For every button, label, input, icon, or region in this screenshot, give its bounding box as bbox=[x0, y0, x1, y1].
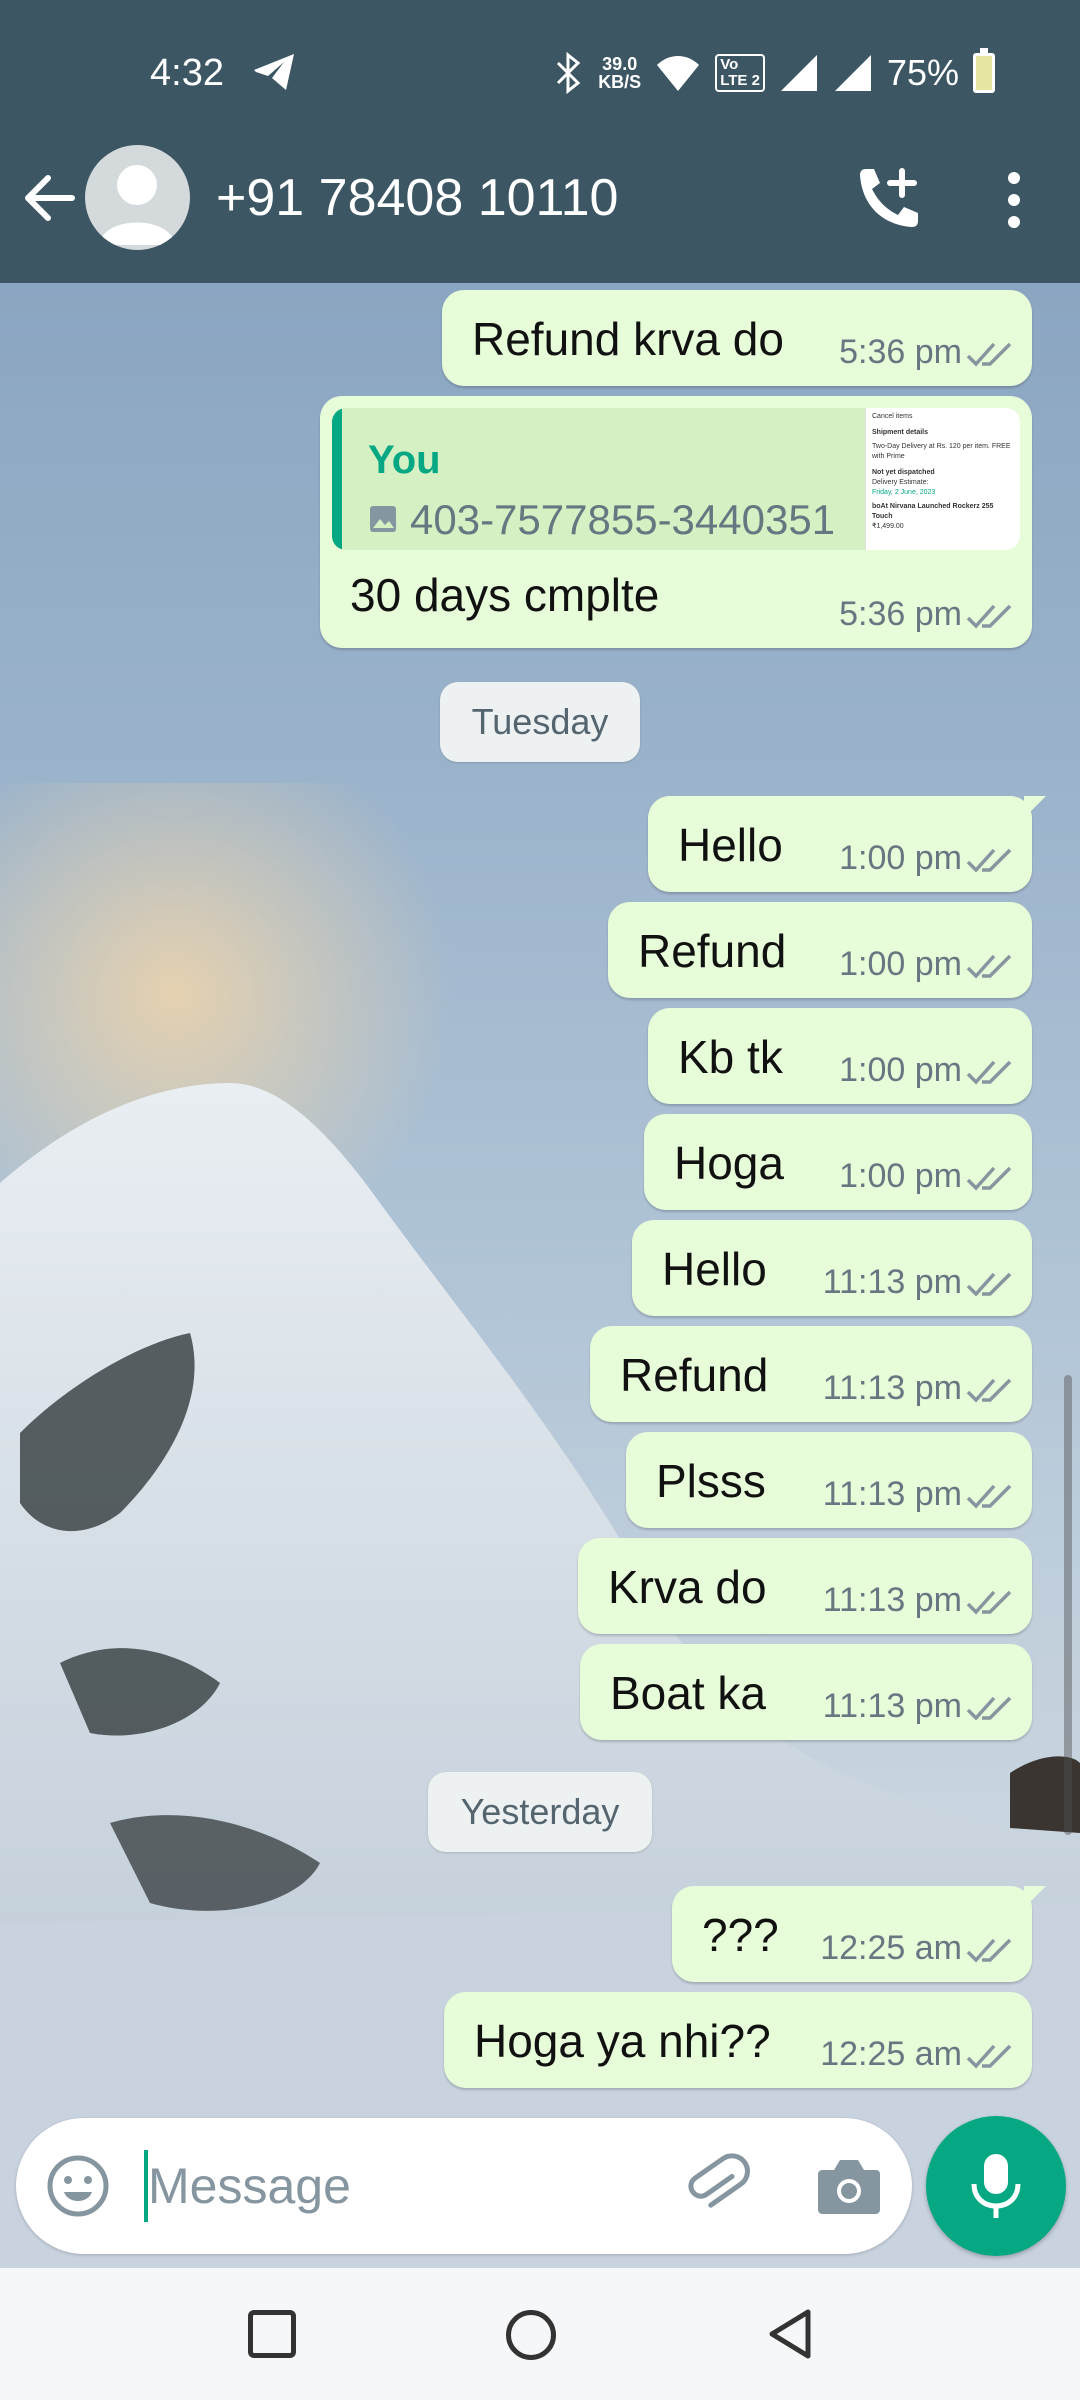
message-time: 1:00 pm bbox=[839, 1157, 962, 1195]
message-time: 1:00 pm bbox=[839, 945, 962, 983]
message-time: 11:13 pm bbox=[822, 1581, 962, 1619]
message-bubble[interactable]: ??? 12:25 am bbox=[672, 1886, 1046, 1982]
quoted-message[interactable]: You 403-7577855-3440351 Cancel items Shi… bbox=[332, 408, 1020, 550]
message-text: Kb tk bbox=[678, 1031, 783, 1083]
message-text: Hello bbox=[678, 819, 783, 871]
signal-2-icon bbox=[834, 55, 871, 91]
message-time: 11:13 pm bbox=[822, 1263, 962, 1301]
read-ticks-icon bbox=[966, 1696, 1012, 1721]
quote-text: 403-7577855-3440351 bbox=[410, 496, 836, 543]
message-time: 12:25 am bbox=[820, 2035, 962, 2073]
chat-scrollbar[interactable] bbox=[1064, 1375, 1072, 1835]
reply-message-bubble[interactable]: You 403-7577855-3440351 Cancel items Shi… bbox=[320, 396, 1032, 648]
read-ticks-icon bbox=[966, 1484, 1012, 1509]
attach-icon[interactable] bbox=[682, 2152, 752, 2222]
bluetooth-icon bbox=[557, 51, 581, 95]
read-ticks-icon bbox=[966, 1938, 1012, 1963]
message-text: Hoga ya nhi?? bbox=[474, 2015, 771, 2067]
status-time: 4:32 bbox=[150, 52, 224, 94]
message-bubble[interactable]: Refund 1:00 pm bbox=[608, 902, 1032, 998]
battery-icon bbox=[973, 48, 995, 93]
message-time: 5:36 pm bbox=[839, 595, 962, 633]
message-bubble[interactable]: Refund 11:13 pm bbox=[590, 1326, 1032, 1422]
message-time: 11:13 pm bbox=[822, 1475, 962, 1513]
app-bar: 4:32 39.0 KB/S Vo LTE 2 75% +91 78408 10… bbox=[0, 0, 1080, 283]
message-text: 30 days cmplte bbox=[350, 569, 660, 621]
message-time: 5:36 pm bbox=[839, 333, 962, 371]
contact-avatar[interactable] bbox=[85, 145, 190, 250]
home-button[interactable] bbox=[506, 2310, 556, 2360]
message-text: Hello bbox=[662, 1243, 767, 1295]
message-text: Refund krva do bbox=[472, 313, 784, 365]
read-ticks-icon bbox=[966, 342, 1012, 367]
read-ticks-icon bbox=[966, 2044, 1012, 2069]
message-text: Refund bbox=[620, 1349, 769, 1401]
message-text: Krva do bbox=[608, 1561, 767, 1613]
system-nav-bar bbox=[0, 2268, 1080, 2400]
status-bar: 4:32 39.0 KB/S Vo LTE 2 75% bbox=[0, 0, 1080, 145]
message-bubble[interactable]: Hoga 1:00 pm bbox=[644, 1114, 1032, 1210]
quote-thumbnail: Cancel items Shipment details Two-Day De… bbox=[865, 408, 1020, 550]
message-bubble[interactable]: Hello 1:00 pm bbox=[648, 796, 1046, 892]
status-icons: 39.0 KB/S Vo LTE 2 75% bbox=[554, 48, 995, 98]
read-ticks-icon bbox=[966, 1166, 1012, 1191]
quote-author: You bbox=[368, 438, 441, 482]
message-time: 11:13 pm bbox=[822, 1369, 962, 1407]
default-avatar-icon bbox=[99, 165, 175, 245]
network-speed: 39.0 KB/S bbox=[598, 54, 642, 92]
message-bubble[interactable]: Refund krva do 5:36 pm bbox=[442, 290, 1032, 386]
message-text: ??? bbox=[702, 1909, 779, 1961]
wifi-icon bbox=[657, 56, 700, 91]
more-vert-icon[interactable] bbox=[988, 170, 1040, 230]
read-ticks-icon bbox=[966, 954, 1012, 979]
message-composer bbox=[16, 2118, 912, 2254]
contact-name[interactable]: +91 78408 10110 bbox=[216, 168, 618, 228]
camera-icon[interactable] bbox=[814, 2154, 884, 2218]
message-text: Plsss bbox=[656, 1455, 766, 1507]
recents-button[interactable] bbox=[248, 2310, 296, 2358]
read-ticks-icon bbox=[966, 1060, 1012, 1085]
volte-indicator: Vo LTE 2 bbox=[715, 54, 765, 92]
nav-back-icon[interactable] bbox=[764, 2306, 816, 2362]
message-text: Hoga bbox=[674, 1137, 784, 1189]
image-icon bbox=[370, 506, 396, 532]
battery-percent: 75% bbox=[886, 52, 959, 93]
message-time: 1:00 pm bbox=[839, 839, 962, 877]
quote-accent-bar bbox=[332, 408, 342, 550]
read-ticks-icon bbox=[966, 848, 1012, 873]
read-ticks-icon bbox=[966, 604, 1012, 629]
message-bubble[interactable]: Krva do 11:13 pm bbox=[578, 1538, 1032, 1634]
read-ticks-icon bbox=[966, 1378, 1012, 1403]
message-time: 12:25 am bbox=[820, 1929, 962, 1967]
telegram-icon bbox=[254, 54, 294, 90]
message-text: Boat ka bbox=[610, 1667, 766, 1719]
message-bubble[interactable]: Hello 11:13 pm bbox=[632, 1220, 1032, 1316]
message-bubble[interactable]: Boat ka 11:13 pm bbox=[580, 1644, 1032, 1740]
mic-button[interactable] bbox=[926, 2116, 1066, 2256]
message-time: 1:00 pm bbox=[839, 1051, 962, 1089]
emoji-icon[interactable] bbox=[46, 2154, 110, 2218]
read-ticks-icon bbox=[966, 1272, 1012, 1297]
day-separator: Tuesday bbox=[440, 682, 640, 762]
mic-icon bbox=[971, 2154, 1021, 2218]
day-separator: Yesterday bbox=[428, 1772, 652, 1852]
message-input[interactable] bbox=[148, 2144, 668, 2228]
read-ticks-icon bbox=[966, 1590, 1012, 1615]
message-bubble[interactable]: Kb tk 1:00 pm bbox=[648, 1008, 1032, 1104]
message-text: Refund bbox=[638, 925, 787, 977]
message-bubble[interactable]: Plsss 11:13 pm bbox=[626, 1432, 1032, 1528]
signal-1-icon bbox=[780, 55, 817, 91]
back-arrow-icon[interactable] bbox=[20, 168, 80, 228]
message-bubble[interactable]: Hoga ya nhi?? 12:25 am bbox=[444, 1992, 1032, 2088]
add-call-icon[interactable] bbox=[852, 165, 924, 231]
message-time: 11:13 pm bbox=[822, 1687, 962, 1725]
